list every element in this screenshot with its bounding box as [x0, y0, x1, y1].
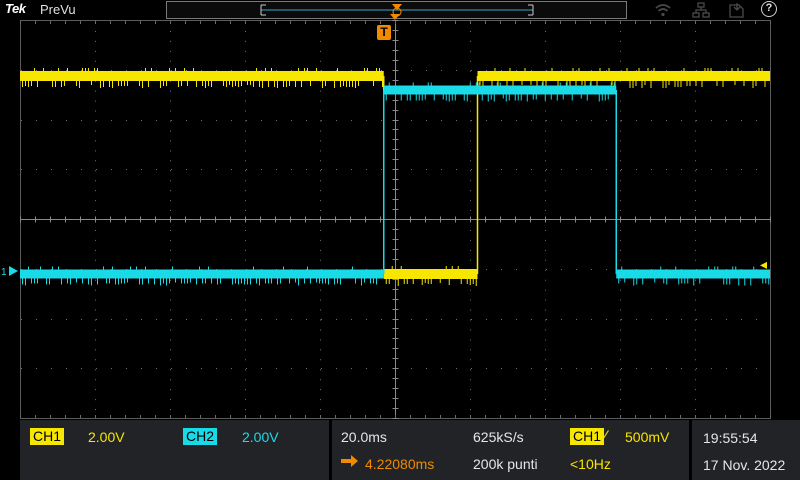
network-icon[interactable]: [692, 2, 710, 18]
trigger-marker-label: T: [380, 25, 388, 39]
record-length-readout[interactable]: 200k punti: [473, 456, 538, 472]
horizontal-trigger-panel[interactable]: 20.0ms 625kS/s 4.22080ms 200k punti CH1 …: [332, 420, 689, 480]
acquisition-mode-label: PreVu: [40, 2, 76, 17]
ground-arrow-icon: [9, 266, 18, 276]
trigger-level-readout[interactable]: 500mV: [625, 429, 669, 445]
ch1-segment-high: [20, 71, 384, 81]
clock-time: 19:55:54: [703, 430, 758, 446]
ground-marker-label: 1: [1, 267, 7, 278]
top-status-bar: Tek PreVu ?: [0, 0, 800, 20]
ch1-segment-low: [383, 269, 478, 279]
clock-panel: 19:55:54 17 Nov. 2022: [692, 420, 800, 480]
channel-panel: CH1 2.00V CH2 2.00V: [20, 420, 329, 480]
graticule[interactable]: [20, 20, 771, 419]
trigger-position-marker[interactable]: T: [377, 25, 391, 40]
trigger-level-marker[interactable]: ◂: [760, 257, 767, 271]
trigger-frequency-readout: <10Hz: [570, 456, 611, 472]
ch2-segment-low: [20, 269, 384, 279]
ch2-ground-marker[interactable]: 1: [1, 266, 18, 278]
wifi-icon[interactable]: [654, 2, 672, 18]
bottom-info-bar: CH1 2.00V CH2 2.00V 20.0ms 625kS/s 4.220…: [0, 420, 800, 480]
clock-date: 17 Nov. 2022: [703, 457, 786, 473]
help-icon[interactable]: ?: [761, 1, 777, 17]
ch2-segment-low: [616, 269, 770, 279]
help-glyph: ?: [765, 2, 773, 14]
waveform-display[interactable]: [20, 20, 771, 419]
sample-rate-readout[interactable]: 625kS/s: [473, 429, 524, 445]
record-trigger-marker: [392, 4, 402, 10]
trigger-source-badge[interactable]: CH1: [570, 428, 605, 445]
ch2-badge[interactable]: CH2: [183, 428, 218, 445]
tek-logo: Tek: [5, 1, 26, 16]
ch1-scale[interactable]: 2.00V: [88, 429, 125, 445]
save-icon[interactable]: [728, 2, 746, 18]
horizontal-delay-readout[interactable]: 4.22080ms: [365, 456, 434, 472]
timebase-readout[interactable]: 20.0ms: [341, 429, 387, 445]
trigger-time-indicator: [390, 14, 400, 20]
trigger-slope-icon[interactable]: ⁄: [604, 427, 607, 447]
ch1-segment-high: [477, 71, 770, 81]
ch2-scale[interactable]: 2.00V: [242, 429, 279, 445]
ch2-segment-high: [383, 85, 617, 95]
ch1-badge[interactable]: CH1: [30, 428, 65, 445]
delay-arrow-icon: [341, 454, 361, 467]
